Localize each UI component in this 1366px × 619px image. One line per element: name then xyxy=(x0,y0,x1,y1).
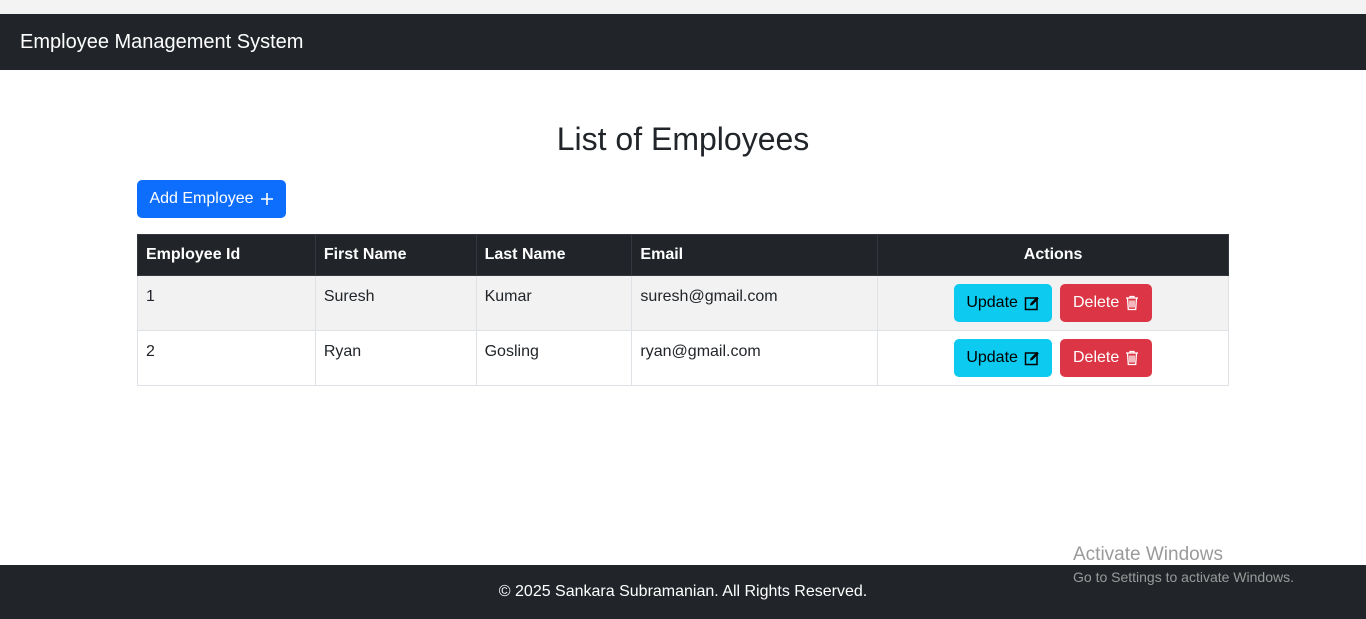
cell-employee-id: 2 xyxy=(137,330,316,386)
header-employee-id: Employee Id xyxy=(137,234,316,276)
footer-copyright: © 2025 Sankara Subramanian. All Rights R… xyxy=(498,583,868,600)
delete-label: Delete xyxy=(1072,349,1120,366)
trash-icon xyxy=(1126,295,1139,311)
delete-button[interactable]: Delete xyxy=(1060,284,1153,322)
browser-top-strip xyxy=(0,0,1366,15)
navbar: Employee Management System xyxy=(0,14,1366,70)
page-title: List of Employees xyxy=(556,121,810,157)
header-email: Email xyxy=(631,234,879,276)
edit-icon xyxy=(1024,296,1039,311)
add-employee-label: Add Employee xyxy=(149,190,254,207)
cell-first-name: Suresh xyxy=(314,275,477,331)
watermark-subtitle: Go to Settings to activate Windows. xyxy=(1073,569,1294,585)
cell-last-name: Gosling xyxy=(475,330,633,386)
employees-table: Employee Id First Name Last Name Email A… xyxy=(137,234,1229,386)
update-label: Update xyxy=(966,294,1018,311)
header-last-name: Last Name xyxy=(475,234,633,276)
cell-email: ryan@gmail.com xyxy=(631,330,879,386)
table-row: 1 Suresh Kumar suresh@gmail.com Update D… xyxy=(137,275,1229,331)
update-button[interactable]: Update xyxy=(954,284,1053,322)
cell-actions: Update Delete xyxy=(877,275,1229,331)
navbar-brand[interactable]: Employee Management System xyxy=(20,31,303,54)
edit-icon xyxy=(1024,351,1039,366)
plus-icon xyxy=(260,193,273,205)
watermark-title: Activate Windows xyxy=(1073,544,1223,565)
cell-actions: Update Delete xyxy=(877,330,1229,386)
cell-last-name: Kumar xyxy=(475,275,633,331)
add-employee-button[interactable]: Add Employee xyxy=(137,180,286,218)
table-header-row: Employee Id First Name Last Name Email A… xyxy=(137,234,1229,276)
table-row: 2 Ryan Gosling ryan@gmail.com Update Del… xyxy=(137,330,1229,386)
cell-employee-id: 1 xyxy=(137,275,316,331)
activate-windows-watermark: Activate Windows Go to Settings to activ… xyxy=(1073,544,1294,588)
delete-button[interactable]: Delete xyxy=(1060,339,1153,377)
header-actions: Actions xyxy=(877,234,1229,276)
update-button[interactable]: Update xyxy=(954,339,1053,377)
delete-label: Delete xyxy=(1072,294,1120,311)
update-label: Update xyxy=(966,349,1018,366)
trash-icon xyxy=(1126,350,1139,366)
cell-email: suresh@gmail.com xyxy=(631,275,879,331)
cell-first-name: Ryan xyxy=(314,330,477,386)
header-first-name: First Name xyxy=(314,234,477,276)
